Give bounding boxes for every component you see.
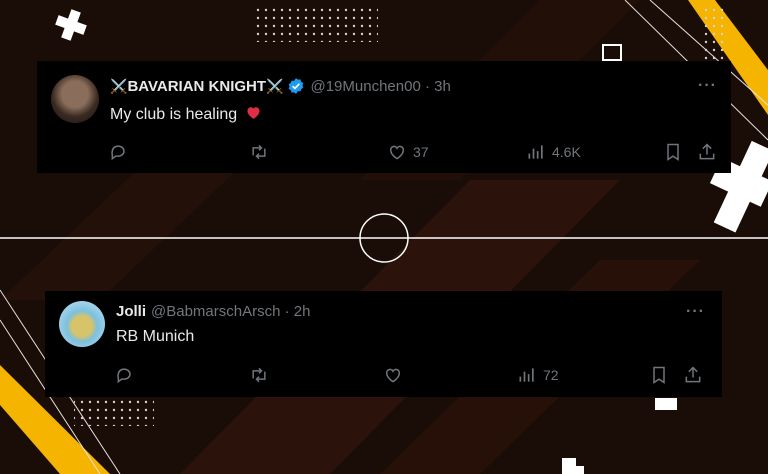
crossed-swords-icon: ⚔️ <box>110 77 128 94</box>
like-button[interactable]: 37 <box>387 142 429 162</box>
retweet-button[interactable] <box>249 365 269 385</box>
bookmark-button[interactable] <box>663 142 683 162</box>
reply-icon <box>111 145 125 161</box>
share-icon <box>699 143 715 160</box>
avatar[interactable] <box>51 75 99 123</box>
view-count: 72 <box>543 367 559 383</box>
crossed-swords-icon: ⚔️ <box>266 77 284 94</box>
tweet-header: ⚔️ BAVARIAN KNIGHT ⚔️ @19Munchen00 · 3h <box>110 77 451 95</box>
more-options-button[interactable]: ··· <box>686 303 705 321</box>
handle-and-time[interactable]: @BabmarschArsch · 2h <box>151 303 310 320</box>
reply-button[interactable] <box>115 365 135 385</box>
reply-button[interactable] <box>109 142 129 162</box>
views-button[interactable]: 72 <box>517 365 559 385</box>
handle-and-time[interactable]: @19Munchen00 · 3h <box>310 78 450 95</box>
retweet-icon <box>252 367 266 383</box>
tweet-card[interactable]: Jolli @BabmarschArsch · 2h ··· RB Munich… <box>45 291 722 397</box>
share-icon <box>685 366 701 383</box>
bookmark-icon <box>667 143 679 161</box>
verified-badge-icon <box>289 78 304 94</box>
tweet-text: RB Munich <box>116 328 195 345</box>
retweet-button[interactable] <box>249 142 269 162</box>
views-button[interactable]: 4.6K <box>526 142 581 162</box>
heart-icon <box>385 368 401 383</box>
views-chart-icon <box>528 145 543 159</box>
views-chart-icon <box>519 368 534 382</box>
like-count: 37 <box>413 144 429 160</box>
bookmark-icon <box>653 366 665 384</box>
share-button[interactable] <box>697 142 717 162</box>
red-heart-icon <box>247 107 260 119</box>
bookmark-button[interactable] <box>649 365 669 385</box>
tweet-text: My club is healing <box>110 104 262 124</box>
tweet-card[interactable]: ⚔️ BAVARIAN KNIGHT ⚔️ @19Munchen00 · 3h … <box>37 61 731 173</box>
display-name[interactable]: Jolli <box>116 303 146 320</box>
display-name[interactable]: BAVARIAN KNIGHT <box>127 78 266 95</box>
view-count: 4.6K <box>552 144 581 160</box>
avatar[interactable] <box>59 301 105 347</box>
more-options-button[interactable]: ··· <box>698 77 717 95</box>
like-button[interactable] <box>383 365 403 385</box>
heart-icon <box>389 145 405 160</box>
share-button[interactable] <box>683 365 703 385</box>
tweet-header: Jolli @BabmarschArsch · 2h <box>116 303 310 320</box>
reply-icon <box>117 368 131 384</box>
retweet-icon <box>252 144 266 160</box>
